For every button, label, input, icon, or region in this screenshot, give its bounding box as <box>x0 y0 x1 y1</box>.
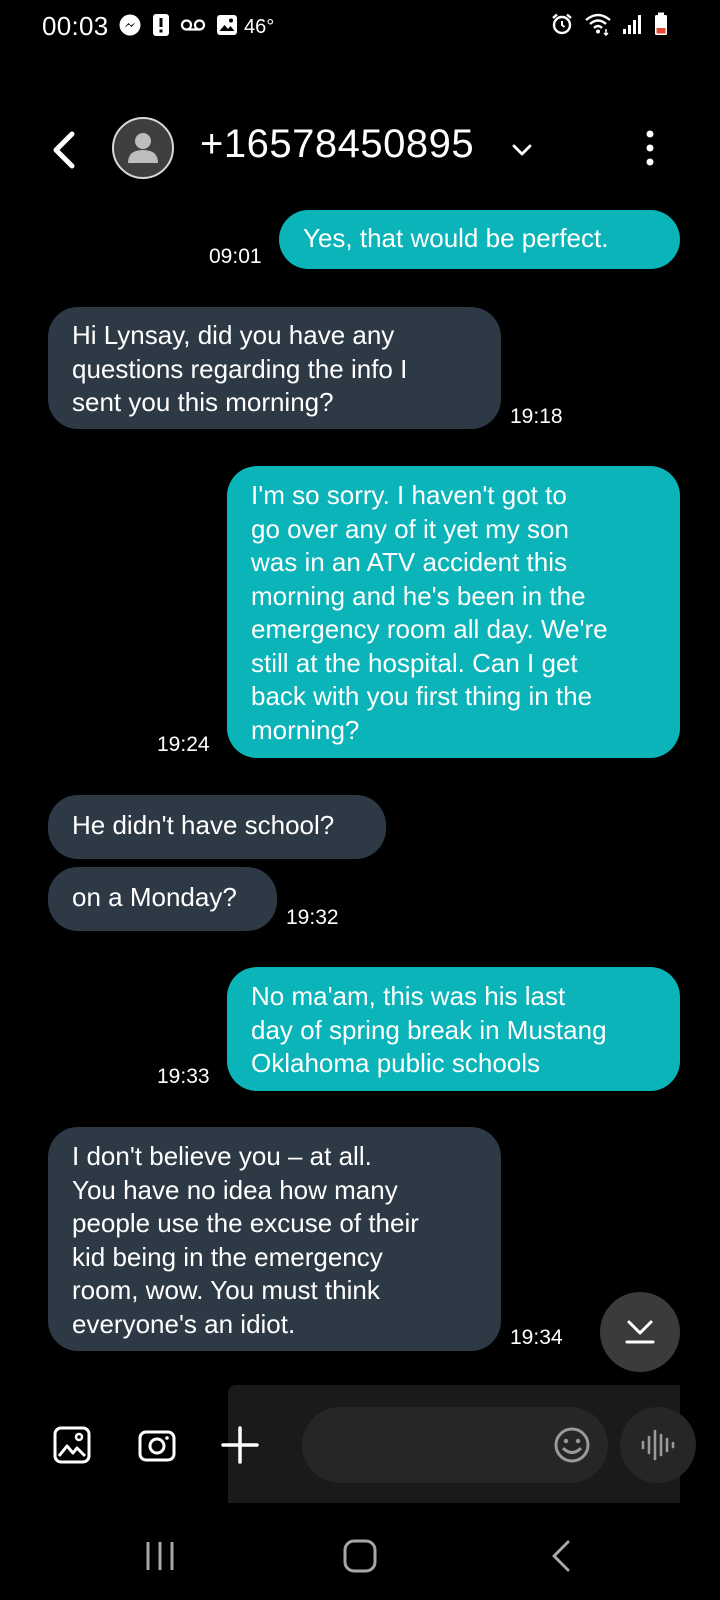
back-nav-button[interactable] <box>540 1534 584 1578</box>
status-time: 00:03 <box>42 11 109 41</box>
message-timestamp: 19:18 <box>510 405 563 428</box>
conversation-header: +16578450895 <box>0 110 720 190</box>
recent-apps-button[interactable] <box>138 1534 182 1578</box>
gallery-icon <box>216 14 238 41</box>
message-timestamp: 19:33 <box>157 1065 210 1088</box>
emoji-button[interactable] <box>552 1425 592 1465</box>
incoming-message-bubble[interactable]: Hi Lynsay, did you have any questions re… <box>48 307 501 429</box>
message-input[interactable] <box>326 1425 530 1467</box>
chevron-down-icon <box>512 144 532 156</box>
wifi-icon <box>584 12 612 41</box>
camera-button[interactable] <box>133 1421 181 1469</box>
message-timestamp: 19:24 <box>157 733 210 756</box>
battery-icon <box>654 12 668 41</box>
status-temperature: 46° <box>244 16 275 38</box>
home-icon <box>343 1539 377 1573</box>
alarm-icon <box>550 12 574 41</box>
emoji-icon <box>554 1427 590 1463</box>
chevron-left-icon <box>53 131 75 169</box>
voice-record-button[interactable] <box>620 1407 696 1483</box>
recent-apps-icon <box>146 1542 174 1570</box>
compose-bar <box>0 1395 720 1495</box>
plus-icon <box>221 1426 259 1464</box>
message-timestamp: 19:34 <box>510 1326 563 1349</box>
message-input-field[interactable] <box>302 1407 608 1483</box>
attach-image-button[interactable] <box>48 1421 96 1469</box>
person-icon <box>128 133 158 163</box>
message-timestamp: 09:01 <box>209 245 262 268</box>
camera-icon <box>138 1430 176 1462</box>
status-notification-icons: 46° <box>118 13 274 42</box>
incoming-message-bubble[interactable]: He didn't have school? <box>48 795 386 859</box>
status-bar: 00:03 46° <box>0 0 720 52</box>
incoming-message-bubble[interactable]: on a Monday? <box>48 867 277 931</box>
messenger-icon <box>118 13 142 42</box>
alert-icon <box>152 13 170 42</box>
signal-icon <box>622 13 644 40</box>
outgoing-message-bubble[interactable]: Yes, that would be perfect. <box>279 210 680 269</box>
system-navigation-bar <box>0 1520 720 1590</box>
incoming-message-bubble[interactable]: I don't believe you – at all. You have n… <box>48 1127 501 1351</box>
voicemail-icon <box>180 17 206 38</box>
more-options-button[interactable] <box>630 126 670 170</box>
home-button[interactable] <box>338 1534 382 1578</box>
voice-record-icon <box>641 1429 675 1461</box>
outgoing-message-bubble[interactable]: No ma'am, this was his last day of sprin… <box>227 967 680 1091</box>
avatar[interactable] <box>112 117 174 179</box>
back-icon <box>552 1540 570 1572</box>
back-button[interactable] <box>42 128 86 172</box>
gallery-icon <box>53 1426 91 1464</box>
scroll-to-bottom-icon <box>625 1320 655 1344</box>
contact-name[interactable]: +16578450895 <box>200 122 474 167</box>
status-system-icons <box>550 12 668 41</box>
scroll-to-bottom-button[interactable] <box>600 1292 680 1372</box>
contact-dropdown-button[interactable] <box>508 136 536 164</box>
add-attachment-button[interactable] <box>216 1421 264 1469</box>
outgoing-message-bubble[interactable]: I'm so sorry. I haven't got to go over a… <box>227 466 680 758</box>
more-vertical-icon <box>646 130 654 166</box>
message-timestamp: 19:32 <box>286 906 339 929</box>
